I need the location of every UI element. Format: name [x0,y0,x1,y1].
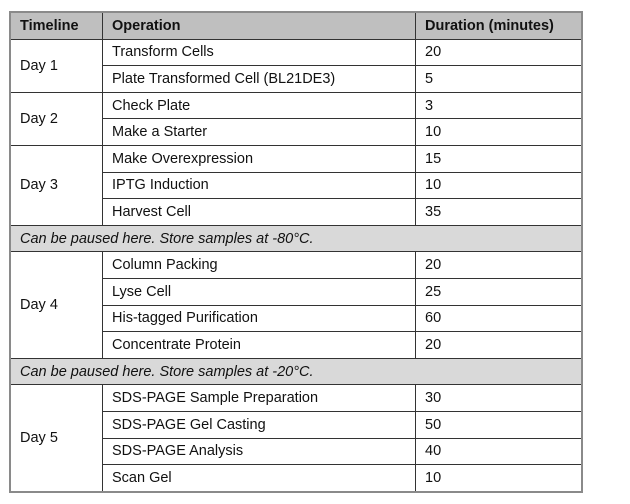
operation-cell: Make a Starter [102,118,416,146]
pause-note-row: Can be paused here. Store samples at -80… [10,224,582,253]
duration-cell: 20 [415,331,582,359]
protocol-timeline-table: Timeline Operation Duration (minutes) Da… [9,11,583,493]
operation-cell: Transform Cells [102,38,416,67]
operation-cell: Lyse Cell [102,277,416,306]
duration-cell: 35 [415,198,582,226]
operation-cell: Check Plate [102,91,416,120]
operation-cell: SDS-PAGE Sample Preparation [102,384,416,412]
header-timeline: Timeline [10,12,103,40]
operation-cell: SDS-PAGE Gel Casting [102,410,416,439]
operation-cell: Column Packing [102,251,416,279]
table-row: Day 2 Check Plate 3 [10,91,582,146]
duration-cell: 60 [415,304,582,333]
duration-cell: 50 [415,410,582,439]
pause-note-row: Can be paused here. Store samples at -20… [10,357,582,386]
duration-cell: 15 [415,144,582,173]
duration-cell: 3 [415,91,582,120]
pause-note: Can be paused here. Store samples at -80… [10,224,582,253]
operation-cell: Make Overexpression [102,144,416,173]
duration-cell: 10 [415,171,582,200]
timeline-cell: Day 1 [10,38,103,93]
operation-cell: Scan Gel [102,464,416,492]
table-row: Day 1 Transform Cells 20 [10,38,582,93]
operation-cell: Plate Transformed Cell (BL21DE3) [102,65,416,93]
duration-cell: 20 [415,251,582,279]
table-row: Day 3 Make Overexpression 15 [10,144,582,226]
pause-note: Can be paused here. Store samples at -20… [10,357,582,386]
operation-cell: Harvest Cell [102,198,416,226]
timeline-cell: Day 2 [10,91,103,146]
header-row: Timeline Operation Duration (minutes) [10,12,582,40]
operation-cell: SDS-PAGE Analysis [102,437,416,466]
duration-cell: 40 [415,437,582,466]
timeline-cell: Day 3 [10,144,103,226]
timeline-cell: Day 5 [10,384,103,492]
duration-cell: 20 [415,38,582,67]
duration-cell: 30 [415,384,582,412]
table-row: Day 5 SDS-PAGE Sample Preparation 30 [10,384,582,492]
duration-cell: 25 [415,277,582,306]
header-duration: Duration (minutes) [415,12,582,40]
operation-cell: Concentrate Protein [102,331,416,359]
duration-cell: 5 [415,65,582,93]
header-operation: Operation [102,12,416,40]
duration-cell: 10 [415,118,582,146]
duration-cell: 10 [415,464,582,492]
operation-cell: IPTG Induction [102,171,416,200]
table-row: Day 4 Column Packing 20 [10,251,582,359]
operation-cell: His-tagged Purification [102,304,416,333]
timeline-cell: Day 4 [10,251,103,359]
